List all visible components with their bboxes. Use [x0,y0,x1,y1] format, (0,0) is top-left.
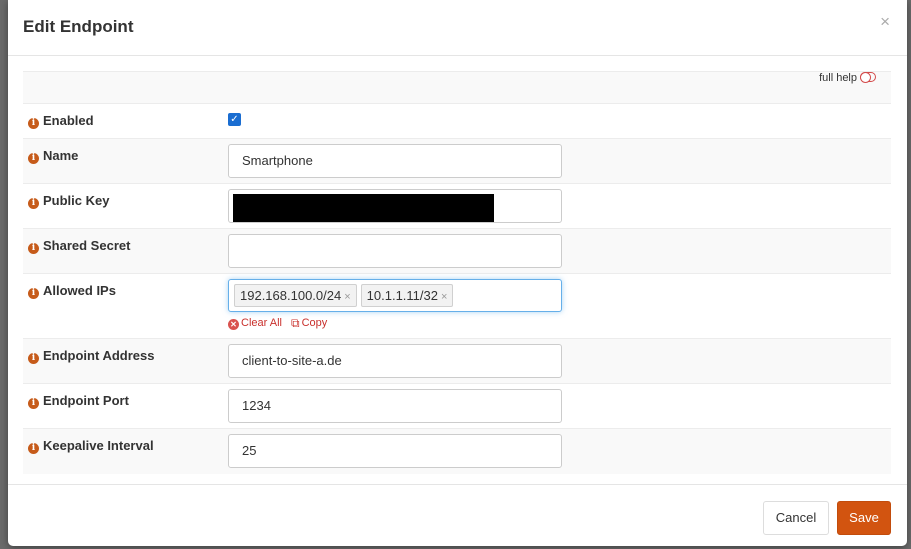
enabled-checkbox[interactable]: ✓ [228,113,241,126]
edit-endpoint-modal: Edit Endpoint × full help i Enabled ✓ i Na… [8,0,907,546]
keepalive-interval-input[interactable]: 25 [228,434,562,468]
enabled-label: Enabled [43,113,94,128]
modal-title: Edit Endpoint [23,17,134,36]
modal-footer: Cancel Save [8,484,907,546]
save-button[interactable]: Save [837,501,891,535]
public-key-label: Public Key [43,193,110,208]
keepalive-interval-label: Keepalive Interval [43,438,154,453]
allowed-ips-tag-input[interactable]: 192.168.100.0/24 × 10.1.1.11/32 × [228,279,562,312]
cancel-button[interactable]: Cancel [763,501,829,535]
public-key-input[interactable] [228,189,562,223]
modal-header: Edit Endpoint × [8,0,907,56]
name-label: Name [43,148,79,163]
full-help-label: full help [819,72,857,84]
shared-secret-input[interactable] [228,234,562,268]
endpoint-port-label: Endpoint Port [43,393,129,408]
allowed-ips-label: Allowed IPs [43,283,116,298]
copy-link[interactable]: ⧉ Copy [291,316,328,330]
help-row: full help [23,71,891,104]
row-enabled: i Enabled ✓ [23,103,891,139]
info-icon[interactable]: i [28,118,39,129]
ip-tag-label: 192.168.100.0/24 [240,288,342,303]
close-button[interactable]: × [880,13,890,30]
info-icon[interactable]: i [28,198,39,209]
clear-all-label: Clear All [241,317,282,329]
endpoint-port-input[interactable]: 1234 [228,389,562,423]
info-icon[interactable]: i [28,353,39,364]
toggle-icon [860,72,876,83]
info-icon[interactable]: i [28,288,39,299]
allowed-ips-actions: ✕ Clear All ⧉ Copy [228,316,891,331]
endpoint-form: full help i Enabled ✓ i Name Smartphone iP… [23,71,891,474]
row-shared-secret: i Shared Secret [23,228,891,274]
row-public-key: i Public Key [23,183,891,229]
row-endpoint-address: i Endpoint Address client-to-site-a.de [23,338,891,384]
clear-icon: ✕ [228,319,239,330]
ip-tag: 10.1.1.11/32 × [360,284,454,307]
info-icon[interactable]: i [28,153,39,164]
row-name: i Name Smartphone [23,138,891,184]
info-icon[interactable]: i [28,443,39,454]
remove-tag-icon[interactable]: × [344,291,350,303]
modal-body: full help i Enabled ✓ i Name Smartphone iP… [23,71,891,474]
clear-all-link[interactable]: ✕ Clear All [228,317,282,330]
copy-icon: ⧉ [291,316,300,330]
copy-label: Copy [301,317,328,329]
row-endpoint-port: i Endpoint Port 1234 [23,383,891,429]
name-input[interactable]: Smartphone [228,144,562,178]
full-help-toggle[interactable]: full help [819,72,876,84]
row-allowed-ips: i Allowed IPs 192.168.100.0/24 × 10.1.1.11/… [23,273,891,339]
ip-tag: 192.168.100.0/24 × [234,284,357,307]
endpoint-address-input[interactable]: client-to-site-a.de [228,344,562,378]
info-icon[interactable]: i [28,398,39,409]
info-icon[interactable]: i [28,243,39,254]
row-keepalive-interval: i Keepalive Interval 25 [23,428,891,474]
shared-secret-label: Shared Secret [43,238,131,253]
redacted-block [233,194,494,222]
ip-tag-label: 10.1.1.11/32 [366,288,438,303]
endpoint-address-label: Endpoint Address [43,348,155,363]
remove-tag-icon[interactable]: × [441,291,447,303]
